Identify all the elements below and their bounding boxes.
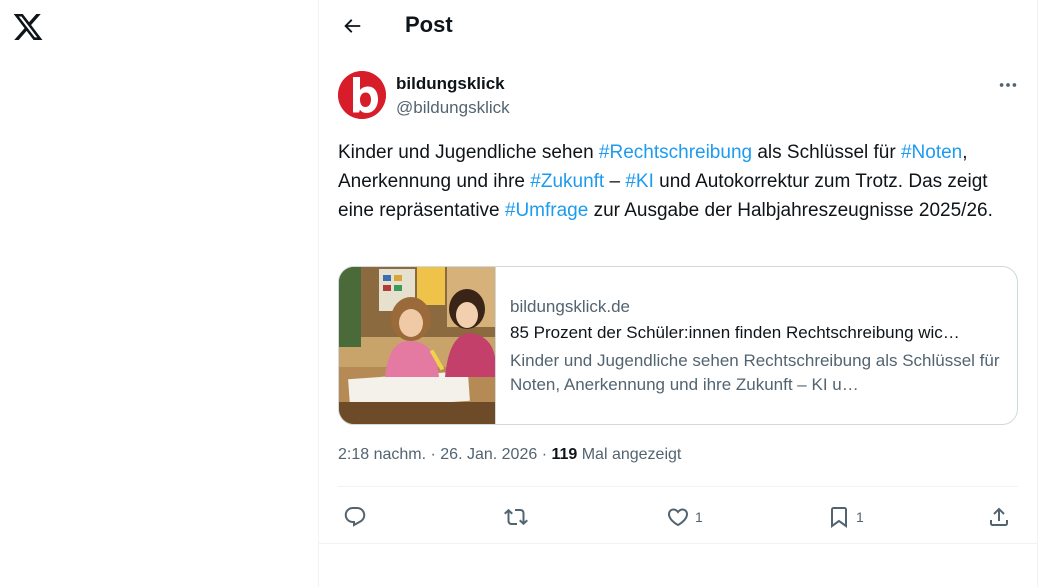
card-title: 85 Prozent der Schüler:innen finden Rech…: [510, 323, 960, 342]
post-text-segment: zur Ausgabe der Halbjahreszeugnisse 2025…: [588, 200, 993, 221]
share-button[interactable]: [987, 498, 1011, 536]
page-title: Post: [405, 12, 453, 37]
view-label: Mal angezeigt: [577, 446, 682, 463]
reply-button[interactable]: [343, 498, 367, 536]
reply-icon: [344, 507, 366, 527]
left-rail: [0, 0, 318, 587]
hashtag-link[interactable]: #Umfrage: [505, 200, 588, 221]
bookmark-icon: [831, 507, 847, 528]
hashtag-link[interactable]: #KI: [625, 171, 654, 192]
hashtag-link[interactable]: #Zukunft: [530, 171, 604, 192]
more-horizontal-icon: [999, 83, 1017, 87]
divider: [319, 543, 1037, 544]
bildungsklick-logo-icon: [338, 71, 386, 119]
avatar[interactable]: [338, 71, 386, 119]
bookmark-count: 1: [856, 509, 864, 525]
more-options-button[interactable]: [995, 72, 1021, 98]
hashtag-link[interactable]: #Noten: [901, 142, 962, 163]
hashtag-link[interactable]: #Rechtschreibung: [599, 142, 752, 163]
repost-icon: [504, 508, 528, 526]
repost-button[interactable]: [504, 498, 528, 536]
post-date[interactable]: 26. Jan. 2026: [440, 446, 537, 463]
back-button[interactable]: [335, 9, 369, 43]
meta-separator: ·: [537, 446, 552, 463]
action-bar: 1 1: [319, 498, 1037, 538]
like-count: 1: [695, 509, 703, 525]
post-column: Post bildungsklick @bildungsklick Kinder…: [318, 0, 1038, 587]
post-time[interactable]: 2:18 nachm.: [338, 446, 426, 463]
share-icon: [990, 507, 1008, 526]
post-text-segment: –: [604, 171, 626, 192]
heart-icon: [667, 508, 689, 527]
card-description: Kinder und Jugendliche sehen Rechtschrei…: [510, 351, 1000, 394]
like-button[interactable]: 1: [666, 498, 703, 536]
meta-separator: ·: [426, 446, 441, 463]
post-meta: 2:18 nachm. · 26. Jan. 2026 · 119 Mal an…: [338, 446, 681, 464]
card-image: [339, 267, 496, 424]
view-count: 119: [551, 446, 578, 463]
post-header: Post: [319, 0, 1037, 53]
post-text: Kinder und Jugendliche sehen #Rechtschre…: [338, 138, 1008, 225]
author-name[interactable]: bildungsklick: [396, 74, 505, 94]
card-domain: bildungsklick.de: [510, 297, 631, 316]
author-handle[interactable]: @bildungsklick: [396, 98, 510, 118]
x-logo-icon[interactable]: [12, 11, 44, 43]
post-text-segment: Kinder und Jugendliche sehen: [338, 142, 599, 163]
link-card[interactable]: bildungsklick.de 85 Prozent der Schüler:…: [338, 266, 1018, 425]
divider: [338, 486, 1018, 487]
post-text-segment: als Schlüssel für: [752, 142, 901, 163]
arrow-left-icon: [344, 19, 361, 33]
bookmark-button[interactable]: 1: [827, 498, 864, 536]
